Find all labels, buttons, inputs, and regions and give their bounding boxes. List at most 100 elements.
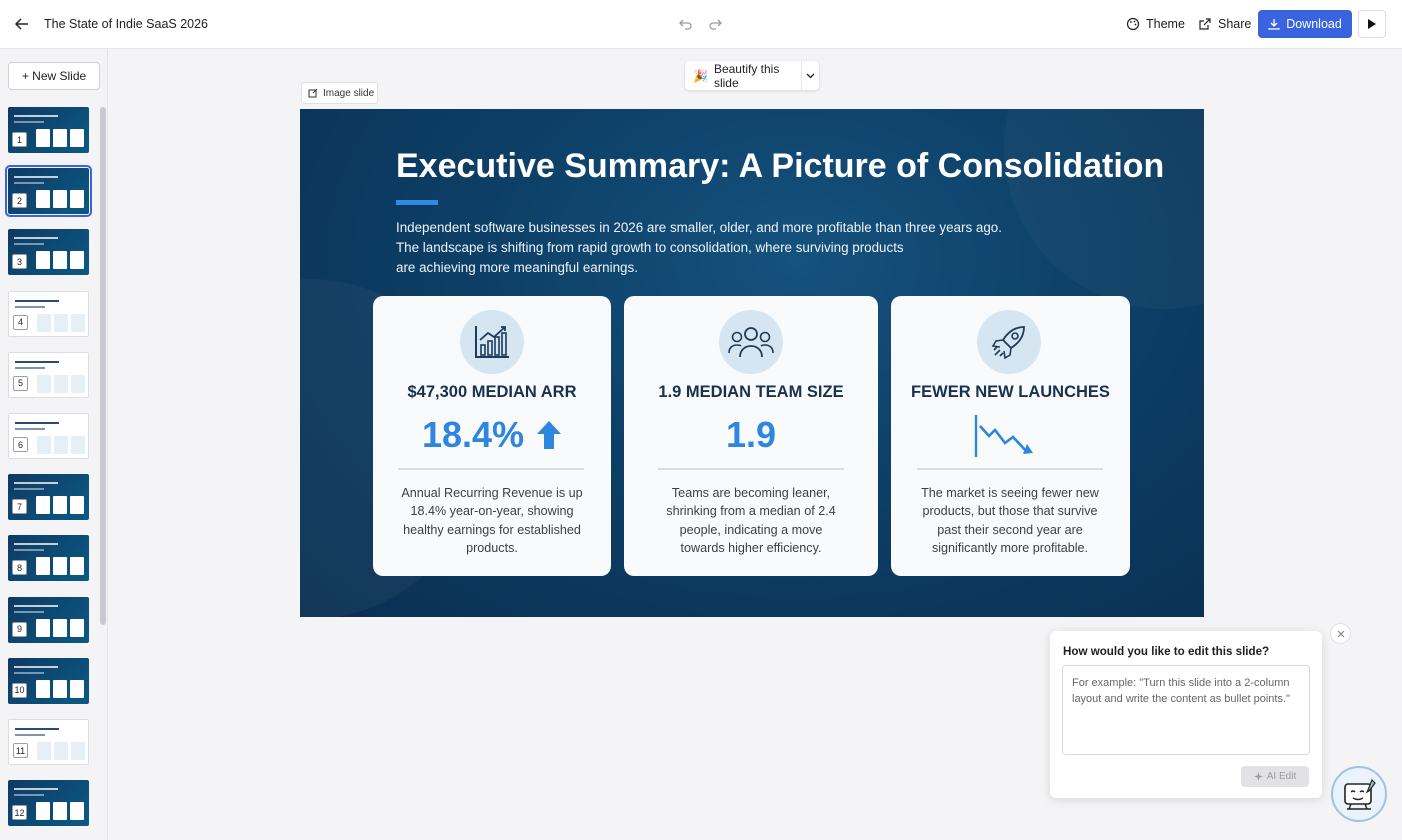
- card-value-text: 18.4%: [421, 414, 525, 455]
- thumbnail-block: [53, 802, 67, 821]
- chart-growth-icon: [475, 326, 509, 358]
- thumbnail-block: [70, 190, 84, 209]
- download-label: Download: [1286, 17, 1342, 31]
- card-divider: [658, 468, 844, 470]
- thumbnail-block: [70, 618, 84, 637]
- thumbnail-text-line: [15, 734, 45, 736]
- thumbnail-text-line: [15, 305, 45, 308]
- new-slide-button[interactable]: + New Slide: [8, 62, 100, 90]
- ai-edit-panel: How would you like to edit this slide? A…: [1050, 631, 1322, 798]
- download-button[interactable]: Download: [1258, 10, 1352, 38]
- slide-number: 11: [13, 743, 28, 758]
- image-slide-label: Image slide: [323, 87, 375, 99]
- slide-thumbnail[interactable]: 6: [8, 413, 89, 459]
- slide-number: 12: [12, 805, 27, 821]
- thumbnail-block: [54, 313, 68, 332]
- thumbnail-block: [54, 436, 68, 454]
- thumbnail-title-line: [14, 665, 58, 668]
- card-value: 18.4%: [373, 414, 611, 456]
- ai-edit-button[interactable]: AI Edit: [1241, 766, 1309, 787]
- thumbnail-text-line: [14, 549, 44, 552]
- slide-thumbnail[interactable]: 2: [5, 165, 92, 218]
- stat-card-team: 1.9 MEDIAN TEAM SIZE 1.9 Teams are becom…: [624, 296, 878, 576]
- palette-icon: [1126, 17, 1140, 31]
- slide-thumbnail[interactable]: 8: [8, 535, 89, 582]
- beautify-options-dropdown[interactable]: [801, 61, 819, 90]
- thumbnail-block: [53, 129, 67, 147]
- thumbnail-text-line: [14, 121, 44, 123]
- redo-button[interactable]: [707, 16, 723, 32]
- slide-number: 8: [12, 560, 27, 576]
- download-icon: [1268, 19, 1280, 30]
- beautify-main[interactable]: 🎉 Beautify this slide: [685, 61, 801, 90]
- card-value-text: 1.9: [725, 414, 777, 455]
- slide-thumbnail[interactable]: 1: [8, 107, 89, 153]
- slide-number: 2: [12, 193, 27, 209]
- slide-thumbnail[interactable]: 5: [8, 351, 89, 398]
- thumbnail-block: [70, 802, 84, 821]
- slide-thumbnail[interactable]: 4: [8, 290, 89, 337]
- thumbnail-text-line: [14, 794, 44, 797]
- thumbnail-block: [70, 251, 84, 270]
- slide-thumbnail[interactable]: 12: [8, 780, 89, 827]
- thumbnail-title-line: [14, 115, 58, 117]
- slide-number: 1: [12, 132, 27, 147]
- card-divider: [917, 468, 1103, 470]
- thumbnail-block: [36, 679, 50, 698]
- icon-circle: [719, 310, 783, 374]
- thumbnail-block: [36, 190, 50, 209]
- card-description: The market is seeing fewer new products,…: [921, 486, 1099, 556]
- close-icon: [1337, 630, 1344, 637]
- close-edit-panel-button[interactable]: [1330, 623, 1351, 644]
- present-button[interactable]: [1358, 10, 1386, 38]
- thumbnail-block: [54, 742, 68, 760]
- slide-canvas[interactable]: Executive Summary: A Picture of Consolid…: [300, 109, 1204, 617]
- edit-question: How would you like to edit this slide?: [1063, 645, 1270, 658]
- card-heading: FEWER NEW LAUNCHES: [911, 383, 1110, 401]
- thumbnail-block: [36, 496, 50, 515]
- top-bar: The State of Indie SaaS 2026 Theme Share…: [0, 0, 1402, 49]
- downtrend-chart-icon: [974, 415, 1033, 457]
- thumbnail-block: [36, 251, 50, 270]
- thumbnail-title-line: [14, 482, 58, 485]
- edit-instructions-input[interactable]: [1062, 665, 1310, 755]
- sparkle-icon: [1253, 772, 1263, 781]
- thumbnail-block: [71, 742, 85, 760]
- beautify-button[interactable]: 🎉 Beautify this slide: [685, 61, 819, 90]
- ai-edit-label: AI Edit: [1266, 771, 1297, 782]
- undo-button[interactable]: [678, 16, 694, 32]
- theme-button[interactable]: Theme: [1126, 12, 1185, 36]
- image-slide-tag[interactable]: Image slide: [301, 82, 378, 104]
- share-label: Share: [1218, 17, 1252, 31]
- play-icon: [1368, 19, 1376, 29]
- thumbnail-block: [36, 129, 50, 147]
- thumbnail-block: [53, 251, 67, 270]
- assistant-mascot-button[interactable]: [1331, 766, 1387, 822]
- mascot-icon: [1344, 778, 1376, 810]
- edit-icon: [308, 88, 318, 98]
- arrow-left-icon: [15, 18, 28, 30]
- slide-thumbnail[interactable]: 11: [8, 719, 89, 765]
- slide-thumbnail[interactable]: 3: [8, 229, 89, 276]
- stat-card-launches: FEWER NEW LAUNCHES The market is seeing …: [891, 296, 1130, 576]
- thumbnail-title-line: [14, 604, 58, 607]
- thumbnail-block: [36, 557, 50, 576]
- slide-number: 5: [13, 375, 28, 391]
- slide-title: Executive Summary: A Picture of Consolid…: [396, 147, 1165, 185]
- theme-label: Theme: [1146, 17, 1185, 31]
- document-title[interactable]: The State of Indie SaaS 2026: [44, 17, 208, 31]
- slide-thumbnail[interactable]: 9: [8, 596, 89, 643]
- card-value: [891, 414, 1130, 458]
- slide-thumbnail[interactable]: 10: [8, 657, 89, 704]
- sidebar-scrollbar[interactable]: [100, 107, 106, 625]
- share-button[interactable]: Share: [1198, 12, 1251, 36]
- back-button[interactable]: [12, 14, 32, 34]
- share-icon: [1199, 18, 1211, 30]
- slide-thumbnail[interactable]: 7: [8, 474, 89, 521]
- icon-circle: [977, 310, 1041, 374]
- thumbnail-block: [37, 374, 51, 393]
- card-heading: $47,300 MEDIAN ARR: [407, 383, 577, 401]
- thumbnail-text-line: [14, 488, 44, 491]
- thumbnail-text-line: [14, 243, 44, 246]
- thumbnail-block: [36, 618, 50, 637]
